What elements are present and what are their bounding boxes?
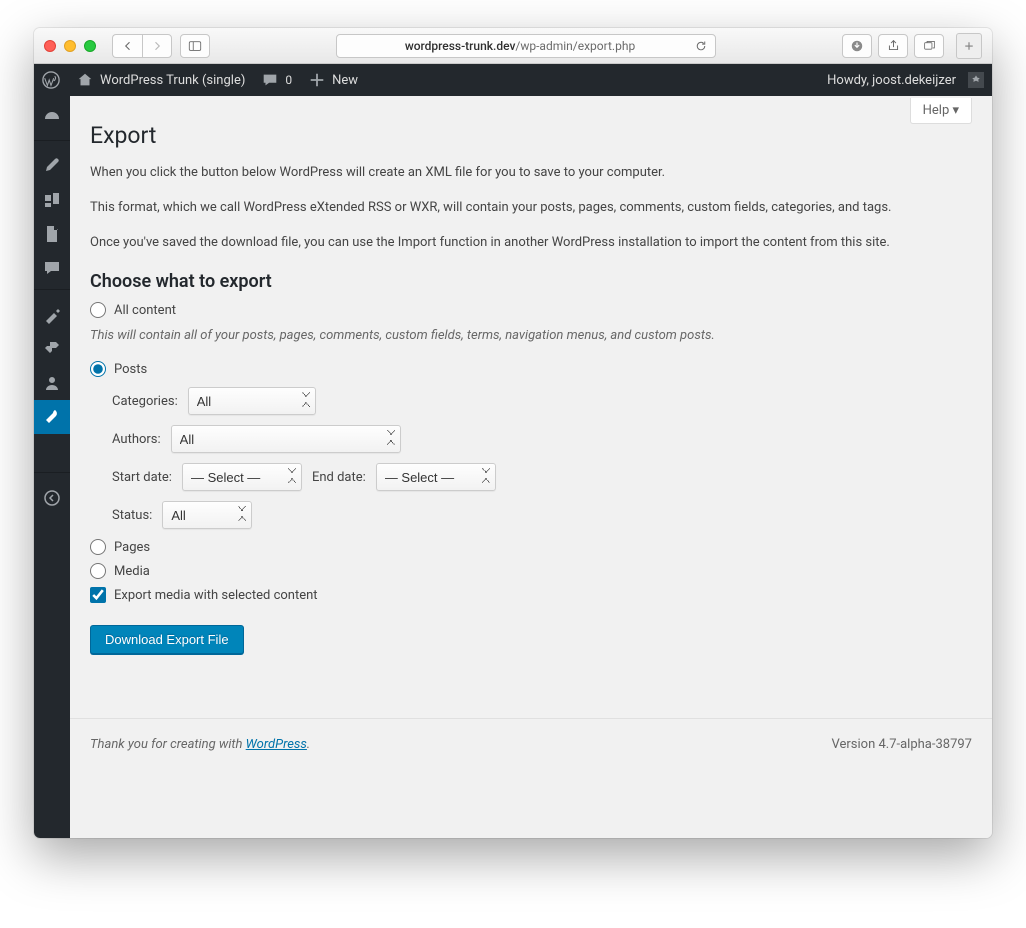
- choose-heading: Choose what to export: [90, 271, 972, 292]
- checkbox-export-media-input[interactable]: [90, 587, 106, 603]
- menu-comments[interactable]: [34, 251, 70, 285]
- menu-plugins[interactable]: [34, 332, 70, 366]
- authors-select[interactable]: All: [171, 425, 401, 453]
- tabs-button[interactable]: [914, 34, 944, 58]
- plus-icon: [308, 71, 326, 89]
- sidebar-toggle-button[interactable]: [180, 34, 210, 58]
- forward-button[interactable]: [142, 34, 172, 58]
- page-title: Export: [90, 122, 972, 149]
- close-window-button[interactable]: [44, 40, 56, 52]
- start-date-label: Start date:: [112, 470, 172, 485]
- menu-collapse[interactable]: [34, 481, 70, 515]
- comment-icon: [261, 71, 279, 89]
- intro-text-1: When you click the button below WordPres…: [90, 163, 972, 184]
- radio-media-input[interactable]: [90, 563, 106, 579]
- comments-count: 0: [285, 73, 292, 87]
- back-button[interactable]: [112, 34, 142, 58]
- radio-pages-input[interactable]: [90, 539, 106, 555]
- menu-users[interactable]: [34, 366, 70, 400]
- menu-dashboard[interactable]: [34, 102, 70, 136]
- download-export-button[interactable]: Download Export File: [90, 625, 244, 654]
- site-name-menu[interactable]: WordPress Trunk (single): [68, 64, 253, 96]
- all-content-desc: This will contain all of your posts, pag…: [90, 326, 972, 347]
- new-label: New: [332, 73, 358, 88]
- checkbox-export-media[interactable]: Export media with selected content: [90, 587, 972, 603]
- end-date-label: End date:: [312, 470, 366, 485]
- radio-all-content-label: All content: [114, 303, 176, 318]
- radio-pages-label: Pages: [114, 540, 150, 555]
- menu-tools[interactable]: [34, 400, 70, 434]
- radio-media[interactable]: Media: [90, 563, 972, 579]
- menu-posts[interactable]: [34, 149, 70, 183]
- howdy-text: Howdy, joost.dekeijzer: [827, 73, 956, 88]
- categories-label: Categories:: [112, 394, 178, 409]
- intro-text-2: This format, which we call WordPress eXt…: [90, 198, 972, 219]
- wp-logo-menu[interactable]: [34, 64, 68, 96]
- site-name-label: WordPress Trunk (single): [100, 73, 245, 88]
- comments-menu[interactable]: 0: [253, 64, 300, 96]
- url-text: wordpress-trunk.dev/wp-admin/export.php: [345, 39, 695, 53]
- authors-label: Authors:: [112, 432, 161, 447]
- admin-menu: [34, 96, 70, 838]
- post-filters: Categories: All Authors: All Start date:…: [112, 387, 972, 529]
- wp-admin-bar: WordPress Trunk (single) 0 New Howdy, jo…: [34, 64, 992, 96]
- browser-titlebar: wordpress-trunk.dev/wp-admin/export.php: [34, 28, 992, 64]
- radio-all-content-input[interactable]: [90, 302, 106, 318]
- radio-posts[interactable]: Posts: [90, 361, 972, 377]
- new-tab-button[interactable]: [956, 33, 982, 59]
- maximize-window-button[interactable]: [84, 40, 96, 52]
- home-icon: [76, 71, 94, 89]
- radio-media-label: Media: [114, 564, 150, 579]
- intro-text-3: Once you've saved the download file, you…: [90, 233, 972, 254]
- account-menu[interactable]: Howdy, joost.dekeijzer: [819, 72, 992, 88]
- menu-media[interactable]: [34, 183, 70, 217]
- footer-thanks: Thank you for creating with WordPress.: [90, 737, 310, 752]
- admin-footer: Thank you for creating with WordPress. V…: [70, 718, 992, 770]
- window-controls: [44, 40, 96, 52]
- reload-icon[interactable]: [695, 40, 707, 52]
- menu-settings[interactable]: [34, 434, 70, 468]
- wordpress-link[interactable]: WordPress: [246, 737, 307, 752]
- menu-appearance[interactable]: [34, 298, 70, 332]
- radio-posts-input[interactable]: [90, 361, 106, 377]
- avatar: [968, 72, 984, 88]
- minimize-window-button[interactable]: [64, 40, 76, 52]
- help-tab[interactable]: Help ▾: [910, 98, 972, 124]
- menu-pages[interactable]: [34, 217, 70, 251]
- checkbox-export-media-label: Export media with selected content: [114, 588, 318, 603]
- new-content-menu[interactable]: New: [300, 64, 366, 96]
- status-select[interactable]: All: [162, 501, 252, 529]
- content-area: Help ▾ Export When you click the button …: [70, 96, 992, 838]
- radio-pages[interactable]: Pages: [90, 539, 972, 555]
- end-date-select[interactable]: — Select —: [376, 463, 496, 491]
- downloads-button[interactable]: [842, 34, 872, 58]
- address-bar[interactable]: wordpress-trunk.dev/wp-admin/export.php: [336, 34, 716, 58]
- share-button[interactable]: [878, 34, 908, 58]
- status-label: Status:: [112, 508, 152, 523]
- start-date-select[interactable]: — Select —: [182, 463, 302, 491]
- footer-version: Version 4.7-alpha-38797: [831, 737, 972, 752]
- radio-all-content[interactable]: All content: [90, 302, 972, 318]
- categories-select[interactable]: All: [188, 387, 316, 415]
- radio-posts-label: Posts: [114, 362, 147, 377]
